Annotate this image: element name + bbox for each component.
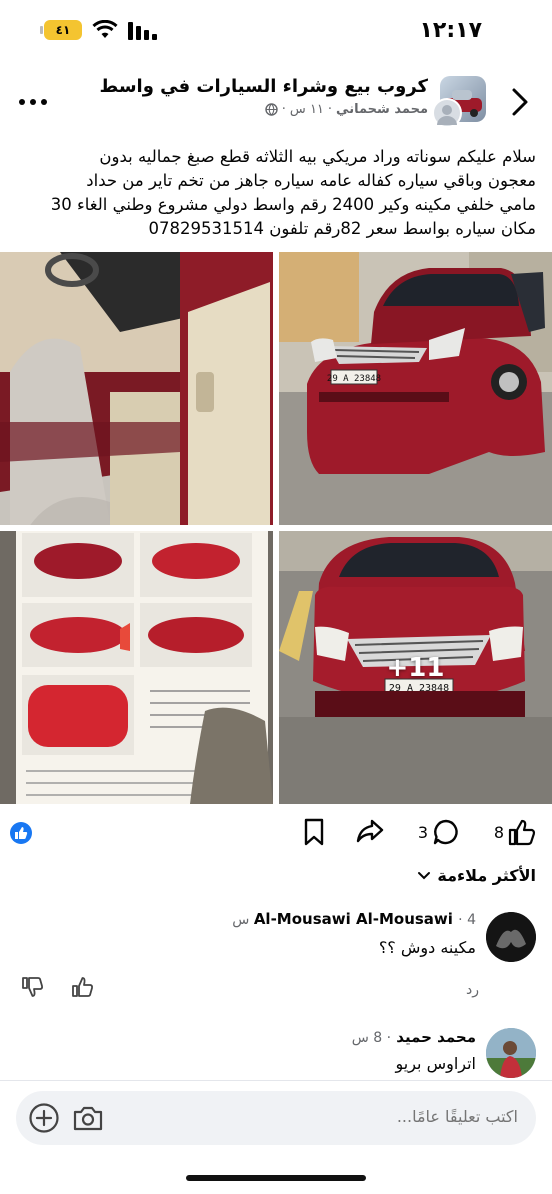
post-text-line: مامي خلفي مكينه وكير 2400 رقم واسط دولي …	[50, 195, 536, 214]
more-photos-count[interactable]: +11	[279, 531, 552, 804]
commenter-name[interactable]: محمد حميد · 8 س	[352, 1028, 476, 1046]
comment-text: اتراوس بريو	[395, 1054, 476, 1073]
meta-separator: ·	[327, 102, 333, 117]
wifi-icon	[92, 20, 118, 38]
chevron-down-icon	[418, 871, 431, 879]
comment-item: محمد حميد · 8 س اتراوس بريو	[0, 1024, 552, 1084]
status-icons: ٤١	[40, 20, 158, 40]
chevron-right-icon[interactable]	[506, 86, 534, 118]
post-meta: محمد شحماني · ١١ س ·	[265, 102, 428, 117]
comment-text: مكينه دوش ؟؟	[378, 938, 476, 957]
post-text-line: مكان سياره بواسط سعر 82رقم تلفون 0782953…	[148, 219, 536, 238]
comment-reactions	[22, 976, 94, 998]
battery-icon: ٤١	[40, 20, 82, 40]
comment-input[interactable]	[218, 1107, 518, 1126]
camera-icon[interactable]	[72, 1104, 104, 1132]
photo-car-front[interactable]: 29 A 23848	[279, 252, 552, 525]
sort-dropdown[interactable]: الأكثر ملاءمة	[417, 866, 536, 885]
post-text: سلام عليكم سوناته وراد مريكي بيه الثلاثه…	[16, 145, 536, 241]
commenter-name-text: محمد حميد	[396, 1028, 476, 1046]
sort-label: الأكثر ملاءمة	[437, 866, 536, 885]
thumbs-up-icon	[508, 819, 536, 846]
comment-input-box[interactable]	[16, 1091, 536, 1145]
comment-time-value: 8 س	[351, 1030, 383, 1046]
share-icon	[356, 819, 384, 843]
globe-icon	[265, 103, 278, 116]
save-button[interactable]	[302, 818, 326, 846]
comment-icon	[433, 819, 458, 845]
license-plate: 29 A 23848	[327, 374, 381, 384]
thumbs-down-icon[interactable]	[22, 976, 44, 998]
comment-button[interactable]: 3	[418, 818, 460, 846]
like-reaction-icon[interactable]	[10, 822, 32, 844]
signal-icon	[128, 22, 157, 40]
commenter-avatar[interactable]	[486, 1028, 536, 1078]
commenter-name-text: Al-Mousawi Al-Mousawi	[253, 910, 453, 928]
group-name[interactable]: كروب بيع وشراء السيارات في واسط	[100, 76, 428, 97]
post-text-line: معجون وباقي سياره كفاله عامه سياره جاهز …	[86, 171, 536, 190]
comment-item: Al-Mousawi Al-Mousawi · 4 س مكينه دوش ؟؟…	[0, 906, 552, 1006]
more-dots-icon[interactable]	[16, 88, 50, 116]
like-count: 8	[493, 822, 504, 842]
post-text-line: سلام عليكم سوناته وراد مريكي بيه الثلاثه…	[99, 147, 536, 166]
photo-inspection-report[interactable]	[0, 531, 273, 804]
home-indicator	[186, 1175, 366, 1181]
post-time: ١١ س	[289, 102, 324, 117]
commenter-avatar[interactable]	[486, 912, 536, 962]
share-button[interactable]	[356, 818, 384, 844]
battery-level: ٤١	[55, 23, 71, 37]
author-name[interactable]: محمد شحماني	[336, 102, 428, 117]
thumbs-up-icon[interactable]	[72, 976, 94, 998]
status-time: ١٢:١٧	[419, 18, 482, 43]
commenter-name[interactable]: Al-Mousawi Al-Mousawi · 4 س	[232, 910, 476, 928]
like-button[interactable]: 8	[494, 818, 536, 846]
action-bar: 3 8	[0, 812, 552, 856]
status-bar: ٤١ ١٢:١٧	[0, 0, 552, 62]
meta-separator: ·	[281, 102, 286, 117]
reply-link[interactable]: رد	[466, 982, 479, 998]
author-avatar[interactable]	[432, 98, 462, 128]
comment-time: · 8 س	[351, 1030, 392, 1046]
comment-composer	[0, 1080, 552, 1194]
photo-car-front-more[interactable]: 29 A 23848 +11	[279, 531, 552, 804]
add-attachment-icon[interactable]	[28, 1102, 60, 1134]
comment-count: 3	[417, 822, 428, 842]
post-header: كروب بيع وشراء السيارات في واسط محمد شحم…	[0, 68, 552, 134]
photo-car-interior[interactable]	[0, 252, 273, 525]
bookmark-icon	[304, 818, 324, 846]
